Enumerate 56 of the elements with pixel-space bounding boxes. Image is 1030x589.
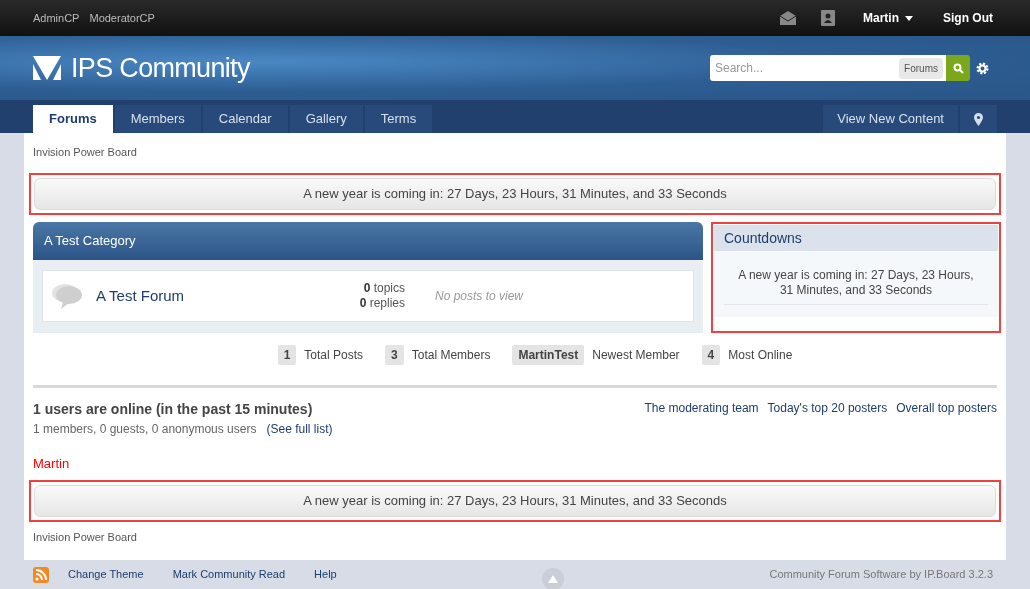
online-stats-link[interactable]: Overall top posters xyxy=(896,399,997,417)
caret-icon xyxy=(905,15,913,21)
category-header: A Test Category xyxy=(33,222,703,260)
search-input[interactable]: Search... xyxy=(715,59,900,77)
footer-link[interactable]: Mark Community Read xyxy=(172,566,286,583)
see-full-list-link[interactable]: (See full list) xyxy=(266,420,333,438)
nav-tab[interactable]: Calendar xyxy=(202,105,288,133)
countdown-banner: A new year is coming in: 27 Days, 23 Hours, 31 Minutes, and 33 Seconds xyxy=(34,485,996,517)
sidebar-title: Countdowns xyxy=(714,225,998,251)
logo-icon xyxy=(33,56,61,80)
forum-stat: 0 replies xyxy=(359,296,405,311)
last-post-info: No posts to view xyxy=(435,288,524,305)
countdown-banner: A new year is coming in: 27 Days, 23 Hours, 31 Minutes, and 33 Seconds xyxy=(34,178,996,210)
location-pin-button[interactable] xyxy=(960,105,997,133)
forum-stat: 0 topics xyxy=(363,281,405,296)
search-field[interactable]: Search... Forums xyxy=(710,55,946,81)
stat-label: Total Members xyxy=(411,347,491,364)
search-scope[interactable]: Forums xyxy=(899,57,943,79)
online-user-link[interactable]: Martin xyxy=(33,454,70,470)
breadcrumb[interactable]: Invision Power Board xyxy=(33,144,997,158)
online-stats-link[interactable]: The moderating team xyxy=(644,399,759,417)
nav-tab[interactable]: Terms xyxy=(364,105,433,133)
user-menu[interactable]: Martin xyxy=(863,9,913,27)
stat-value: 1 xyxy=(277,345,297,365)
forum-title[interactable]: A Test Forum xyxy=(96,284,326,308)
breadcrumb[interactable]: Invision Power Board xyxy=(33,529,997,546)
sign-out-link[interactable]: Sign Out xyxy=(943,9,993,27)
footer-link[interactable]: Change Theme xyxy=(68,566,144,583)
search-icon xyxy=(952,62,964,74)
nav-tab[interactable]: Forums xyxy=(33,105,113,133)
stat-value: 4 xyxy=(701,345,721,365)
online-title: 1 users are online (in the past 15 minutes) xyxy=(33,400,314,419)
copyright-text: Community Forum Software by IP.Board 3.2.3 xyxy=(769,567,993,583)
stat-label: Newest Member xyxy=(592,347,680,364)
top-bar-link[interactable]: AdminCP xyxy=(33,9,80,27)
location-pin-icon xyxy=(974,112,983,126)
site-title: IPS Community xyxy=(71,51,250,85)
stat-value: 3 xyxy=(385,345,404,365)
up-arrow-icon xyxy=(548,574,559,583)
nav-tab[interactable]: Members xyxy=(114,105,201,133)
top-bar-link[interactable]: ModeratorCP xyxy=(89,9,155,27)
footer-link[interactable]: Help xyxy=(314,566,337,583)
online-summary: 1 members, 0 guests, 0 anonymous users xyxy=(33,421,257,438)
envelope-icon[interactable] xyxy=(779,11,797,25)
rss-icon[interactable] xyxy=(33,566,49,583)
nav-tab[interactable]: Gallery xyxy=(289,105,363,133)
stat-label: Most Online xyxy=(728,347,793,364)
sidebar-countdown-text: A new year is coming in: 27 Days, 23 Hours, 31 Minutes, and 33 Seconds xyxy=(737,268,975,298)
speech-bubbles-icon xyxy=(51,283,83,309)
view-new-content-tab[interactable]: View New Content xyxy=(823,105,958,133)
settings-icon[interactable] xyxy=(976,61,989,75)
stat-value: MartinTest xyxy=(512,345,585,365)
contact-card-icon[interactable] xyxy=(821,10,835,26)
search-button[interactable] xyxy=(946,55,970,81)
online-stats-link[interactable]: Today's top 20 posters xyxy=(767,399,888,417)
stat-label: Total Posts xyxy=(304,347,364,364)
